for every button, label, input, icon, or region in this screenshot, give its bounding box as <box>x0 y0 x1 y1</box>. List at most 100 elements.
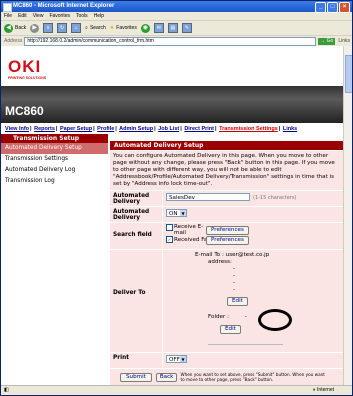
nav-reports[interactable]: Reports <box>34 126 55 132</box>
go-label: Go <box>326 37 334 44</box>
menu-help[interactable]: Help <box>94 12 104 20</box>
forward-button[interactable]: ▶ <box>30 23 40 33</box>
menu-view[interactable]: View <box>33 12 44 20</box>
divider <box>208 340 283 345</box>
stop-icon[interactable]: x <box>43 23 54 33</box>
browser-window: MC860 - Microsoft Internet Explorer _ □ … <box>0 0 353 396</box>
search-button[interactable]: ⌕ Search <box>85 25 106 31</box>
home-icon[interactable]: ⌂ <box>71 23 82 33</box>
menu-favorites[interactable]: Favorites <box>49 12 70 20</box>
automated-delivery-select-value: ON <box>169 211 178 217</box>
automated-delivery-name-input[interactable]: SalesDev <box>166 193 250 201</box>
automated-delivery-select[interactable]: ON ▼ <box>166 209 187 217</box>
main-panel: Automated Delivery Setup You can configu… <box>110 141 343 385</box>
nav-job-list[interactable]: Job List <box>158 126 179 132</box>
favorites-button[interactable]: ★ Favorites <box>110 25 137 31</box>
sidebar-heading: Transmission Setup <box>1 134 108 143</box>
back-arrow-icon: ◀ <box>4 23 13 33</box>
page-content: OKI PRINTING SOLUTIONS MC860 View Info| … <box>1 46 344 386</box>
address-label: Address <box>4 38 23 44</box>
submit-button[interactable]: Submit <box>120 372 152 382</box>
receive-email-label: Receive E-mail <box>174 224 204 236</box>
maximize-button[interactable]: □ <box>327 2 338 13</box>
nav-links[interactable]: Links <box>283 126 297 132</box>
sidebar-item-transmission-log[interactable]: Transmission Log <box>1 176 108 187</box>
received-fax-checkbox[interactable]: ✓ <box>166 236 173 243</box>
toolbar: ◀ Back ▶ x ↻ ⌂ ⌕ Search ★ Favorites ◉ ✉ ▤ ✎ <box>1 21 352 36</box>
highlight-circle <box>258 309 292 331</box>
address-line-3: - <box>233 280 236 286</box>
address-line-2: - <box>233 273 236 279</box>
edit-page-icon[interactable]: ✎ <box>181 23 192 33</box>
automated-delivery-state-label: Automated Delivery <box>110 207 162 222</box>
sidebar-item-automated-delivery-setup[interactable]: Automated Delivery Setup <box>1 143 108 154</box>
oki-logo: OKI <box>8 57 42 76</box>
edit-folder-button[interactable]: Edit <box>220 325 241 334</box>
favorites-label: Favorites <box>116 25 137 31</box>
nav-direct-print[interactable]: Direct Print <box>184 126 214 132</box>
scrollbar-thumb[interactable] <box>345 55 352 93</box>
page-title: Automated Delivery Setup <box>110 141 343 150</box>
chevron-down-icon: ▼ <box>180 210 186 216</box>
email-preferences-button[interactable]: Preferences <box>206 226 249 235</box>
menu-tools[interactable]: Tools <box>76 12 88 20</box>
print-label: Print <box>110 353 162 368</box>
print-icon[interactable]: ▤ <box>167 23 178 33</box>
refresh-icon[interactable]: ↻ <box>57 23 68 33</box>
menu-edit[interactable]: Edit <box>18 12 27 20</box>
close-button[interactable]: × <box>339 2 350 13</box>
ie-icon <box>3 3 12 12</box>
back-button-page[interactable]: Back <box>155 372 178 382</box>
print-select-value: OFF <box>169 357 180 363</box>
media-icon[interactable]: ◉ <box>140 23 150 33</box>
address-line-4: - <box>233 287 236 293</box>
header-banner: MC860 <box>1 86 344 123</box>
go-button[interactable]: → Go <box>318 37 336 45</box>
menu-file[interactable]: File <box>4 12 12 20</box>
email-to-value: user@test.co.jp <box>225 252 270 258</box>
status-bar: ◧ ● Internet <box>1 385 352 395</box>
print-select[interactable]: OFF ▼ <box>166 355 187 363</box>
nav-transmission-settings[interactable]: Transmission Settings <box>219 126 278 132</box>
nav-view-info[interactable]: View Info <box>5 126 29 132</box>
folder-label: Folder : <box>208 314 229 320</box>
fax-preferences-button[interactable]: Preferences <box>206 236 249 245</box>
status-zone: ● Internet <box>313 386 334 395</box>
sidebar: Transmission Setup Automated Delivery Se… <box>1 134 108 187</box>
description-text: You can configure Automated Delivery in … <box>110 151 343 190</box>
footnote-text: When you want to set above, press "Submi… <box>180 372 325 382</box>
menu-bar: File Edit View Favorites Tools Help <box>1 12 352 21</box>
email-to-label: E-mail To : <box>195 252 224 258</box>
automated-delivery-name-label: Automated Delivery <box>110 191 162 206</box>
window-title: MC860 - Microsoft Internet Explorer <box>13 3 115 9</box>
nav-paper-setup[interactable]: Paper Setup <box>60 126 92 132</box>
logo-subtitle: PRINTING SOLUTIONS <box>8 76 47 80</box>
sidebar-item-automated-delivery-log[interactable]: Automated Delivery Log <box>1 165 108 176</box>
back-label: Back <box>15 25 27 31</box>
links-button[interactable]: Links <box>338 38 350 44</box>
vertical-scrollbar[interactable] <box>343 46 352 386</box>
search-label: Search <box>89 25 106 31</box>
mail-icon[interactable]: ✉ <box>153 23 164 33</box>
top-navigation: View Info| Reports| Paper Setup| Profile… <box>5 126 298 132</box>
address-input[interactable]: http://192.168.0.2/admin/communication_c… <box>24 36 317 46</box>
search-icon: ⌕ <box>85 25 88 31</box>
model-name: MC860 <box>5 104 44 118</box>
nav-admin-setup[interactable]: Admin Setup <box>119 126 153 132</box>
back-button[interactable]: ◀ Back <box>4 23 27 33</box>
address-line-1: - <box>233 266 236 272</box>
minimize-button[interactable]: _ <box>315 2 326 13</box>
star-icon: ★ <box>109 25 115 31</box>
deliver-to-label: Deliver To <box>110 250 162 352</box>
receive-email-checkbox[interactable] <box>166 224 173 231</box>
status-zone-label: Internet <box>317 387 334 393</box>
sidebar-item-transmission-settings[interactable]: Transmission Settings <box>1 154 108 165</box>
nav-profile[interactable]: Profile <box>97 126 114 132</box>
address-label-text: address: <box>208 259 232 265</box>
chevron-down-icon: ▼ <box>180 356 186 362</box>
character-limit-hint: (1-15 characters) <box>253 194 297 201</box>
edit-email-button[interactable]: Edit <box>227 297 248 306</box>
title-bar: MC860 - Microsoft Internet Explorer _ □ … <box>1 1 352 13</box>
globe-icon: ● <box>312 387 316 393</box>
search-field-label: Search field <box>110 223 162 249</box>
